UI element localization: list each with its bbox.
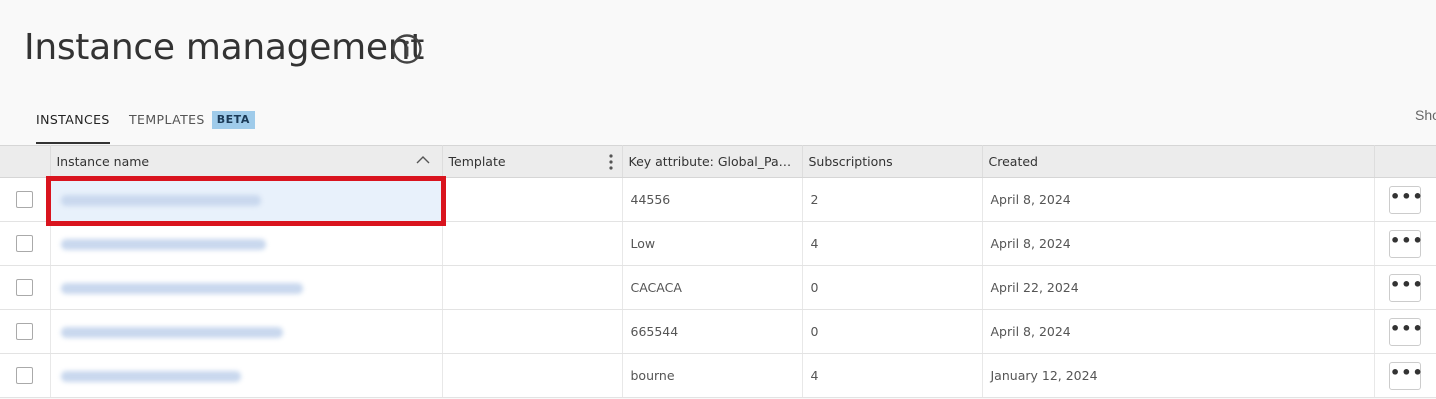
tab-instances[interactable]: INSTANCES: [36, 106, 110, 144]
subscriptions-cell: 4: [802, 221, 983, 266]
tab-templates-label: TEMPLATES: [129, 112, 205, 127]
row-actions-cell: •••: [1374, 309, 1436, 354]
instance-name-cell[interactable]: [50, 309, 443, 354]
instance-name-cell[interactable]: [50, 221, 443, 266]
row-select-cell: [0, 353, 51, 398]
instance-name-link[interactable]: [60, 239, 266, 250]
instance-name-link[interactable]: [60, 195, 261, 206]
instance-name-cell[interactable]: [50, 353, 443, 398]
column-header-label: Created: [988, 154, 1038, 169]
info-circle-icon[interactable]: [391, 33, 423, 65]
key-attribute-cell: bourne: [622, 353, 803, 398]
instance-name-cell[interactable]: [50, 265, 443, 310]
row-checkbox[interactable]: [16, 367, 34, 384]
beta-badge: BETA: [211, 111, 255, 129]
table-row[interactable]: bourne 4 January 12, 2024 •••: [0, 353, 1436, 398]
key-attribute-cell: Low: [622, 221, 803, 266]
table-row[interactable]: CACACA 0 April 22, 2024 •••: [0, 265, 1436, 310]
table-row[interactable]: Low 4 April 8, 2024 •••: [0, 221, 1436, 266]
row-select-cell: [0, 265, 51, 310]
tab-templates[interactable]: TEMPLATES BETA: [129, 106, 255, 144]
more-actions-button[interactable]: •••: [1389, 185, 1423, 214]
kebab-vertical-icon[interactable]: [608, 154, 614, 170]
show-control[interactable]: Sho: [1415, 106, 1436, 124]
row-select-cell: [0, 177, 51, 222]
column-header-label: Instance name: [56, 154, 150, 169]
subscriptions-cell: 4: [802, 353, 983, 398]
key-attribute-cell: CACACA: [622, 265, 803, 310]
column-header-label: Template: [448, 154, 506, 169]
chevron-up-icon[interactable]: [416, 155, 430, 165]
instances-table: Instance name Template Key attribute: Gl…: [0, 145, 1436, 398]
row-checkbox[interactable]: [16, 323, 34, 340]
template-cell: [442, 353, 623, 398]
table-row[interactable]: 665544 0 April 8, 2024 •••: [0, 309, 1436, 354]
column-header-created[interactable]: Created: [982, 145, 1375, 178]
more-actions-button[interactable]: •••: [1389, 317, 1423, 346]
row-checkbox[interactable]: [16, 191, 34, 208]
instance-name-link[interactable]: [60, 371, 241, 382]
select-column-header: [0, 145, 51, 178]
more-actions-button[interactable]: •••: [1389, 229, 1423, 258]
column-header-subscriptions[interactable]: Subscriptions: [802, 145, 983, 178]
subscriptions-cell: 0: [802, 309, 983, 354]
table-row[interactable]: 44556 2 April 8, 2024 •••: [0, 177, 1436, 222]
created-cell: April 22, 2024: [982, 265, 1375, 310]
row-checkbox[interactable]: [16, 279, 34, 296]
instance-name-cell[interactable]: [50, 177, 443, 222]
column-header-label: Subscriptions: [808, 154, 893, 169]
template-cell: [442, 221, 623, 266]
more-actions-button[interactable]: •••: [1389, 273, 1423, 302]
created-cell: April 8, 2024: [982, 309, 1375, 354]
row-select-cell: [0, 309, 51, 354]
row-actions-cell: •••: [1374, 353, 1436, 398]
column-header-label: Key attribute: Global_Part...: [628, 154, 801, 169]
row-actions-cell: •••: [1374, 265, 1436, 310]
created-cell: April 8, 2024: [982, 221, 1375, 266]
row-actions-cell: •••: [1374, 177, 1436, 222]
page-title: Instance management: [24, 27, 425, 68]
key-attribute-cell: 44556: [622, 177, 803, 222]
column-header-key-attribute[interactable]: Key attribute: Global_Part...: [622, 145, 803, 178]
row-select-cell: [0, 221, 51, 266]
template-cell: [442, 309, 623, 354]
tab-instances-label: INSTANCES: [36, 112, 110, 127]
instance-name-link[interactable]: [60, 327, 283, 338]
created-cell: April 8, 2024: [982, 177, 1375, 222]
row-actions-cell: •••: [1374, 221, 1436, 266]
created-cell: January 12, 2024: [982, 353, 1375, 398]
subscriptions-cell: 2: [802, 177, 983, 222]
subscriptions-cell: 0: [802, 265, 983, 310]
template-cell: [442, 177, 623, 222]
table-header-row: Instance name Template Key attribute: Gl…: [0, 145, 1436, 178]
more-actions-button[interactable]: •••: [1389, 361, 1423, 390]
key-attribute-cell: 665544: [622, 309, 803, 354]
instance-name-link[interactable]: [60, 283, 303, 294]
column-header-template[interactable]: Template: [442, 145, 623, 178]
column-header-instance-name[interactable]: Instance name: [50, 145, 443, 178]
actions-column-header: [1374, 145, 1436, 178]
row-checkbox[interactable]: [16, 235, 34, 252]
template-cell: [442, 265, 623, 310]
